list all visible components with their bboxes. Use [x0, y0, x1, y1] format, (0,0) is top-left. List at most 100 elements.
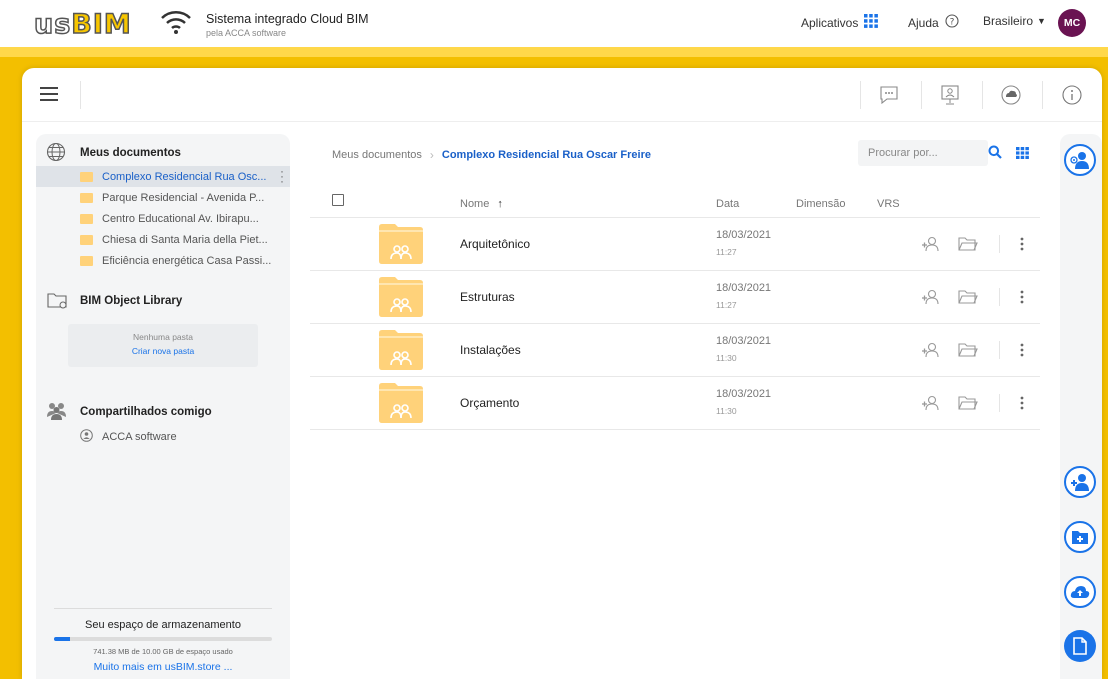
user-avatar[interactable]: MC [1058, 9, 1086, 37]
empty-folder-text: Nenhuma pasta [132, 332, 193, 342]
search-icon[interactable] [988, 145, 1002, 164]
folder-date: 18/03/2021 [716, 335, 772, 347]
cloud-upload-icon[interactable] [998, 82, 1024, 108]
store-link[interactable]: Muito mais em usBIM.store ... [36, 661, 290, 673]
sidebar-project-item[interactable]: Chiesa di Santa Maria della Piet... [36, 229, 290, 250]
document-icon [1073, 637, 1087, 655]
toolbar-divider [80, 81, 81, 109]
more-vertical-icon[interactable] [1012, 340, 1032, 360]
presentation-icon[interactable] [937, 82, 963, 108]
folder-name[interactable]: Estruturas [460, 290, 515, 304]
shared-settings-button[interactable] [1064, 144, 1096, 176]
folder-time: 11:27 [716, 300, 737, 310]
language-select[interactable]: Brasileiro ▼ [983, 14, 1046, 28]
open-folder-icon[interactable] [958, 393, 978, 413]
share-user-icon[interactable] [920, 234, 940, 254]
my-docs-header[interactable]: Meus documentos [36, 142, 290, 164]
logo-us-text: us [33, 8, 72, 41]
hamburger-menu-icon[interactable] [40, 87, 58, 101]
top-bar: us BIM Sistema integrado Cloud BIM pela … [0, 0, 1108, 47]
folder-name[interactable]: Arquitetônico [460, 237, 530, 251]
shared-folder-icon [379, 277, 423, 317]
breadcrumb-root[interactable]: Meus documentos [332, 149, 422, 161]
column-name-header[interactable]: Nome ↑ [460, 198, 503, 210]
folder-name[interactable]: Instalações [460, 343, 521, 357]
folder-row[interactable]: Instalações 18/03/2021 11:30 [310, 324, 1040, 377]
more-vertical-icon[interactable] [1012, 234, 1032, 254]
new-folder-button[interactable] [1064, 521, 1096, 553]
sidebar-project-item[interactable]: Parque Residencial - Avenida P... [36, 187, 290, 208]
sort-arrow-up-icon: ↑ [497, 198, 503, 210]
shared-header[interactable]: Compartilhados comigo [36, 401, 290, 423]
open-folder-icon[interactable] [958, 340, 978, 360]
shared-title: Compartilhados comigo [80, 406, 212, 418]
brand-title: Sistema integrado Cloud BIM [206, 12, 369, 26]
sidebar-project-item[interactable]: Complexo Residencial Rua Osc... · · · [36, 166, 290, 187]
share-user-icon[interactable] [920, 393, 940, 413]
more-vertical-icon[interactable] [1012, 393, 1032, 413]
grid-view-icon[interactable] [1016, 146, 1029, 164]
shared-user-item[interactable]: ACCA software [36, 426, 290, 447]
sidebar-item-label: Complexo Residencial Rua Osc... [102, 170, 267, 183]
row-divider [999, 341, 1000, 359]
toolbar-divider [860, 81, 861, 109]
upload-button[interactable] [1064, 576, 1096, 608]
row-divider [999, 288, 1000, 306]
breadcrumb-current: Complexo Residencial Rua Oscar Freire [441, 149, 651, 161]
sidebar-project-item[interactable]: Centro Educational Av. Ibirapu... [36, 208, 290, 229]
folder-icon [80, 192, 93, 203]
new-document-button[interactable] [1064, 630, 1096, 662]
table-header: Nome ↑ Data Dimensão VRS [310, 193, 1040, 218]
share-user-icon[interactable] [920, 287, 940, 307]
app-toolbar [22, 68, 1102, 122]
open-folder-icon[interactable] [958, 234, 978, 254]
open-folder-icon[interactable] [958, 287, 978, 307]
info-icon[interactable] [1059, 82, 1085, 108]
my-docs-section: Meus documentos Complexo Residencial Rua… [36, 142, 290, 271]
search-input[interactable] [858, 140, 988, 166]
library-header[interactable]: BIM Object Library [36, 290, 290, 312]
help-menu[interactable]: Ajuda ? [908, 14, 959, 31]
sidebar-project-item[interactable]: Eficiência energética Casa Passi... [36, 250, 290, 271]
column-name-label: Nome [460, 198, 490, 210]
toolbar-divider [982, 81, 983, 109]
more-vertical-icon[interactable] [1012, 287, 1032, 307]
more-vertical-icon[interactable]: · · · [280, 166, 284, 187]
apps-menu[interactable]: Aplicativos [801, 14, 879, 31]
apps-grid-icon [864, 14, 879, 31]
folder-icon [80, 213, 93, 224]
shared-folder-icon [379, 383, 423, 423]
globe-icon [46, 142, 66, 165]
chat-icon[interactable] [876, 82, 902, 108]
usbim-logo[interactable]: us BIM [33, 8, 132, 41]
sidebar-item-label: Chiesa di Santa Maria della Piet... [102, 233, 268, 246]
column-dimension-header[interactable]: Dimensão [796, 198, 846, 210]
storage-title: Seu espaço de armazenamento [85, 619, 241, 631]
brand-subtitle: pela ACCA software [206, 28, 287, 38]
folder-row[interactable]: Estruturas 18/03/2021 11:27 [310, 271, 1040, 324]
shared-folder-icon [379, 330, 423, 370]
brand-text: Sistema integrado Cloud BIM pela ACCA so… [206, 12, 369, 38]
library-empty-box: Nenhuma pasta Criar nova pasta [68, 324, 258, 367]
create-folder-link[interactable]: Criar nova pasta [68, 346, 258, 356]
column-vrs-header[interactable]: VRS [877, 198, 900, 210]
folder-plus-icon [1072, 531, 1088, 544]
folder-row[interactable]: Arquitetônico 18/03/2021 11:27 [310, 218, 1040, 271]
column-date-header[interactable]: Data [716, 198, 739, 210]
add-user-button[interactable] [1064, 466, 1096, 498]
folder-icon [80, 234, 93, 245]
folder-icon [80, 171, 93, 182]
folder-name[interactable]: Orçamento [460, 396, 519, 410]
share-user-icon[interactable] [920, 340, 940, 360]
library-title: BIM Object Library [80, 295, 183, 307]
shared-folder-icon [379, 224, 423, 264]
folder-date: 18/03/2021 [716, 388, 772, 400]
app-window: Meus documentos Complexo Residencial Rua… [22, 68, 1102, 679]
breadcrumb: Meus documentos › Complexo Residencial R… [332, 148, 651, 162]
my-docs-title: Meus documentos [80, 147, 181, 159]
shared-user-label: ACCA software [102, 430, 177, 443]
folder-row[interactable]: Orçamento 18/03/2021 11:30 [310, 377, 1040, 430]
folder-time: 11:27 [716, 247, 737, 257]
user-circle-icon [80, 428, 93, 445]
folder-date: 18/03/2021 [716, 282, 772, 294]
